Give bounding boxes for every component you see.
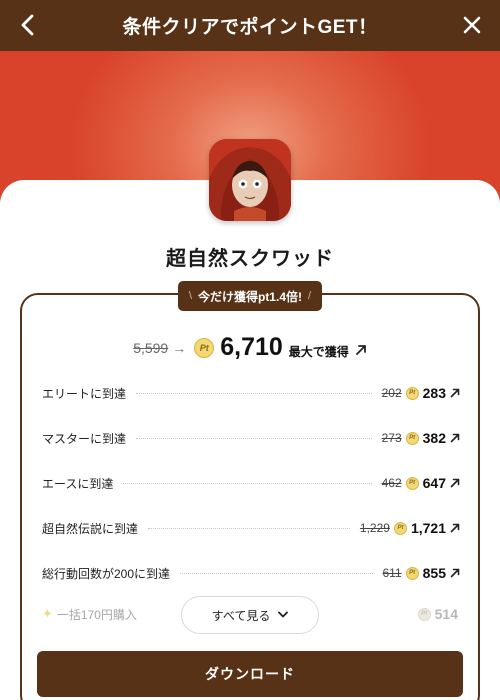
point-coin-icon: Pt <box>405 476 419 490</box>
task-old-points: 611 <box>382 566 402 580</box>
point-coin-icon: Pt <box>417 607 431 621</box>
point-coin-icon: Pt <box>194 337 215 358</box>
task-old-points: 1,229 <box>359 521 390 535</box>
task-label: マスターに到達 <box>42 431 127 446</box>
old-total-points: 5,599 <box>133 339 169 356</box>
sparkle-icon: ✦ <box>42 606 53 621</box>
task-row: 総行動回数が200に到達 611 Pt 855 <box>42 563 460 583</box>
arrow-up-right-icon <box>450 388 460 398</box>
task-old-points: 202 <box>381 386 402 400</box>
arrow-up-right-icon <box>450 523 460 533</box>
point-coin-icon: Pt <box>405 386 419 400</box>
task-row: エリートに到達 202 Pt 283 <box>42 383 460 403</box>
point-coin-icon: Pt <box>405 566 419 580</box>
arrow-right-icon: → <box>172 339 187 356</box>
task-new-points: 283 <box>422 385 446 401</box>
page-title: 条件クリアでポイントGET！ <box>122 17 378 38</box>
task-row: マスターに到達 273 Pt 382 <box>42 428 460 448</box>
arrow-up-right-icon <box>450 433 460 443</box>
points-summary: 5,599 → Pt 6,710 最大で獲得 <box>0 333 500 362</box>
back-button[interactable] <box>14 11 42 39</box>
dotted-leader <box>148 527 350 529</box>
bonus-badge: \ 今だけ獲得pt1.4倍! / <box>178 281 322 311</box>
download-button[interactable]: ダウンロード <box>37 651 463 697</box>
header-bar: 条件クリアでポイントGET！ <box>0 0 500 51</box>
max-earn-label: 最大で獲得 <box>288 345 349 359</box>
see-all-label: すべて見る <box>211 608 271 623</box>
point-coin-icon: Pt <box>393 521 407 535</box>
chevron-down-icon <box>278 611 289 618</box>
dotted-leader <box>136 392 372 394</box>
task-new-points: 1,721 <box>410 520 446 536</box>
arrow-up-right-icon <box>450 478 460 488</box>
character-illustration <box>209 139 291 221</box>
task-new-points: 855 <box>422 565 446 581</box>
new-total-points: 6,710 <box>220 333 283 361</box>
task-label: 総行動回数が200に到達 <box>42 566 171 581</box>
see-all-button[interactable]: すべて見る <box>181 596 319 634</box>
task-row: 超自然伝説に到達 1,229 Pt 1,721 <box>42 518 460 538</box>
task-new-points: 514 <box>434 606 458 622</box>
task-old-points: 273 <box>381 431 402 445</box>
app-icon <box>209 139 291 221</box>
task-label: 一括170円購入 <box>56 607 137 622</box>
badge-slash-left: \ <box>188 290 192 302</box>
task-new-points: 382 <box>422 430 446 446</box>
dotted-leader <box>136 437 372 439</box>
task-old-points: 462 <box>381 476 402 490</box>
dotted-leader <box>180 572 373 574</box>
arrow-up-right-icon <box>450 568 460 578</box>
badge-text: 今だけ獲得pt1.4倍! <box>197 289 302 304</box>
task-row: エースに到達 462 Pt 647 <box>42 473 460 493</box>
task-label: 超自然伝説に到達 <box>42 521 139 536</box>
task-new-points: 647 <box>422 475 446 491</box>
task-label: エリートに到達 <box>42 386 127 401</box>
app-name: 超自然スクワッド <box>166 248 334 270</box>
task-label: エースに到達 <box>42 476 114 491</box>
close-icon <box>463 16 481 34</box>
dotted-leader <box>123 482 372 484</box>
close-button[interactable] <box>458 11 486 39</box>
chevron-left-icon <box>21 14 34 36</box>
badge-slash-right: / <box>308 290 312 302</box>
arrow-up-right-icon <box>355 344 366 355</box>
point-coin-icon: Pt <box>405 431 419 445</box>
